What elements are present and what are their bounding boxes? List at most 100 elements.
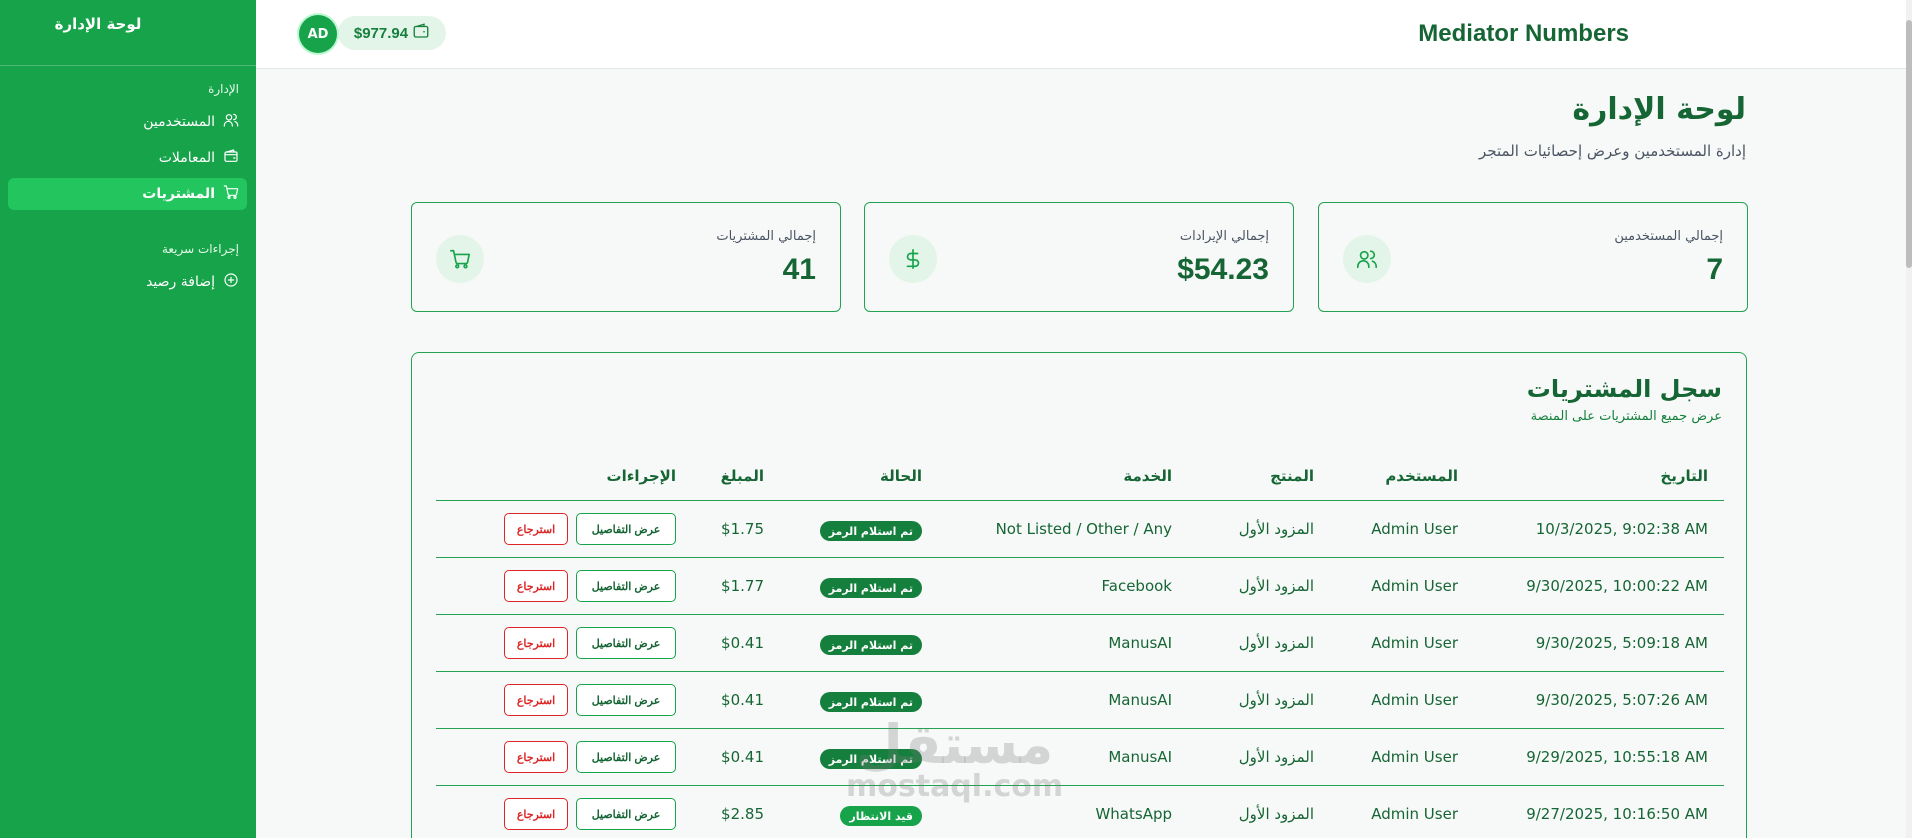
table-row: 9/27/2025, 10:16:50 AM Admin User المزود…: [436, 786, 1724, 838]
status-badge: تم استلام الرمز: [819, 692, 922, 712]
scrollbar[interactable]: [1906, 0, 1912, 838]
sidebar-item-purchases[interactable]: المشتريات: [8, 178, 247, 210]
cell-user: Admin User: [1371, 577, 1458, 595]
cart-icon: [436, 235, 484, 283]
stat-card-users: إجمالي المستخدمين 7: [1318, 202, 1748, 312]
status-badge: تم استلام الرمز: [819, 635, 922, 655]
sidebar-title: لوحة الإدارة: [54, 15, 142, 33]
cell-date: 10/3/2025, 9:02:38 AM: [1535, 520, 1708, 538]
cell-user: Admin User: [1371, 805, 1458, 823]
refund-button[interactable]: استرجاع: [504, 513, 568, 545]
column-actions: الإجراءات: [606, 467, 676, 485]
refund-button[interactable]: استرجاع: [504, 627, 568, 659]
dollar-icon: [889, 235, 937, 283]
status-badge: تم استلام الرمز: [819, 521, 922, 541]
cell-product: المزود الأول: [1238, 634, 1314, 652]
view-details-button[interactable]: عرض التفاصيل: [576, 684, 676, 716]
stat-card-purchases: إجمالي المشتريات 41: [411, 202, 841, 312]
cell-user: Admin User: [1371, 691, 1458, 709]
refund-button[interactable]: استرجاع: [504, 741, 568, 773]
sidebar-item-label: إضافة رصيد: [146, 274, 215, 290]
view-details-button[interactable]: عرض التفاصيل: [576, 513, 676, 545]
sidebar-header: لوحة الإدارة: [0, 0, 256, 66]
sidebar-item-transactions[interactable]: المعاملات: [159, 142, 239, 174]
stat-label: إجمالي المشتريات: [716, 229, 816, 244]
cell-amount: $2.85: [721, 805, 764, 823]
column-amount: المبلغ: [720, 467, 764, 485]
top-bar: $977.94 AD Mediator Numbers: [256, 0, 1906, 69]
stat-value: 7: [1706, 253, 1723, 286]
cell-product: المزود الأول: [1238, 691, 1314, 709]
status-badge: تم استلام الرمز: [819, 749, 922, 769]
sidebar-section-admin: الإدارة: [208, 82, 239, 96]
column-date: التاريخ: [1660, 467, 1708, 485]
cell-service: ManusAI: [1108, 634, 1172, 652]
cell-service: Facebook: [1101, 577, 1172, 595]
cell-date: 9/29/2025, 10:55:18 AM: [1526, 748, 1708, 766]
sidebar-item-users[interactable]: المستخدمين: [143, 106, 239, 138]
table-row: 9/30/2025, 10:00:22 AM Admin User المزود…: [436, 558, 1724, 615]
wallet-icon: [223, 148, 239, 168]
stat-label: إجمالي المستخدمين: [1614, 229, 1723, 244]
view-details-button[interactable]: عرض التفاصيل: [576, 798, 676, 830]
cell-amount: $0.41: [721, 748, 764, 766]
page-title: لوحة الإدارة: [1572, 92, 1746, 127]
cell-user: Admin User: [1371, 520, 1458, 538]
table-header: التاريخ المستخدم المنتج الخدمة الحالة ال…: [436, 453, 1724, 501]
cell-user: Admin User: [1371, 634, 1458, 652]
cell-date: 9/30/2025, 10:00:22 AM: [1526, 577, 1708, 595]
cell-amount: $1.77: [721, 577, 764, 595]
cell-service: WhatsApp: [1095, 805, 1172, 823]
sidebar-item-label: المشتريات: [142, 186, 215, 202]
column-service: الخدمة: [1123, 467, 1172, 485]
table-row: 10/3/2025, 9:02:38 AM Admin User المزود …: [436, 501, 1724, 558]
purchases-subtitle: عرض جميع المشتريات على المنصة: [1530, 409, 1722, 424]
cell-user: Admin User: [1371, 748, 1458, 766]
table-row: 9/29/2025, 10:55:18 AM Admin User المزود…: [436, 729, 1724, 786]
purchases-title: سجل المشتريات: [1526, 375, 1722, 403]
sidebar: لوحة الإدارة الإدارة المستخدمين المعاملا…: [0, 0, 256, 838]
refund-button[interactable]: استرجاع: [504, 684, 568, 716]
table-row: 9/30/2025, 5:07:26 AM Admin User المزود …: [436, 672, 1724, 729]
cell-service: Not Listed / Other / Any: [995, 520, 1172, 538]
cell-amount: $0.41: [721, 691, 764, 709]
view-details-button[interactable]: عرض التفاصيل: [576, 627, 676, 659]
cell-date: 9/27/2025, 10:16:50 AM: [1526, 805, 1708, 823]
users-icon: [1343, 235, 1391, 283]
refund-button[interactable]: استرجاع: [504, 570, 568, 602]
sidebar-item-label: المستخدمين: [143, 114, 215, 130]
scrollbar-thumb[interactable]: [1906, 20, 1912, 268]
cell-service: ManusAI: [1108, 691, 1172, 709]
cell-product: المزود الأول: [1238, 748, 1314, 766]
cell-amount: $1.75: [721, 520, 764, 538]
sidebar-item-label: المعاملات: [158, 150, 215, 166]
wallet-icon: [412, 22, 430, 44]
wallet-balance[interactable]: $977.94: [338, 16, 446, 50]
stat-value: $54.23: [1177, 253, 1269, 286]
view-details-button[interactable]: عرض التفاصيل: [576, 741, 676, 773]
sidebar-item-add-balance[interactable]: إضافة رصيد: [146, 266, 239, 298]
cell-amount: $0.41: [721, 634, 764, 652]
cell-product: المزود الأول: [1238, 805, 1314, 823]
column-user: المستخدم: [1385, 467, 1458, 485]
page-subtitle: إدارة المستخدمين وعرض إحصائيات المتجر: [1479, 142, 1746, 160]
status-badge: قيد الانتظار: [840, 806, 922, 826]
cart-icon: [223, 184, 239, 204]
cell-date: 9/30/2025, 5:09:18 AM: [1535, 634, 1708, 652]
view-details-button[interactable]: عرض التفاصيل: [576, 570, 676, 602]
cell-date: 9/30/2025, 5:07:26 AM: [1535, 691, 1708, 709]
wallet-balance-value: $977.94: [353, 24, 409, 42]
stat-value: 41: [782, 253, 816, 286]
status-badge: تم استلام الرمز: [819, 578, 922, 598]
avatar[interactable]: AD: [299, 15, 337, 53]
table-body: 10/3/2025, 9:02:38 AM Admin User المزود …: [436, 501, 1724, 838]
refund-button[interactable]: استرجاع: [504, 798, 568, 830]
purchases-table: التاريخ المستخدم المنتج الخدمة الحالة ال…: [436, 453, 1724, 838]
column-product: المنتج: [1270, 467, 1314, 485]
sidebar-section-quick: إجراءات سريعة: [161, 242, 239, 256]
purchases-card: سجل المشتريات عرض جميع المشتريات على الم…: [411, 352, 1747, 838]
users-icon: [223, 112, 239, 132]
cell-service: ManusAI: [1108, 748, 1172, 766]
table-row: 9/30/2025, 5:09:18 AM Admin User المزود …: [436, 615, 1724, 672]
stat-card-revenue: إجمالي الإيرادات $54.23: [864, 202, 1294, 312]
